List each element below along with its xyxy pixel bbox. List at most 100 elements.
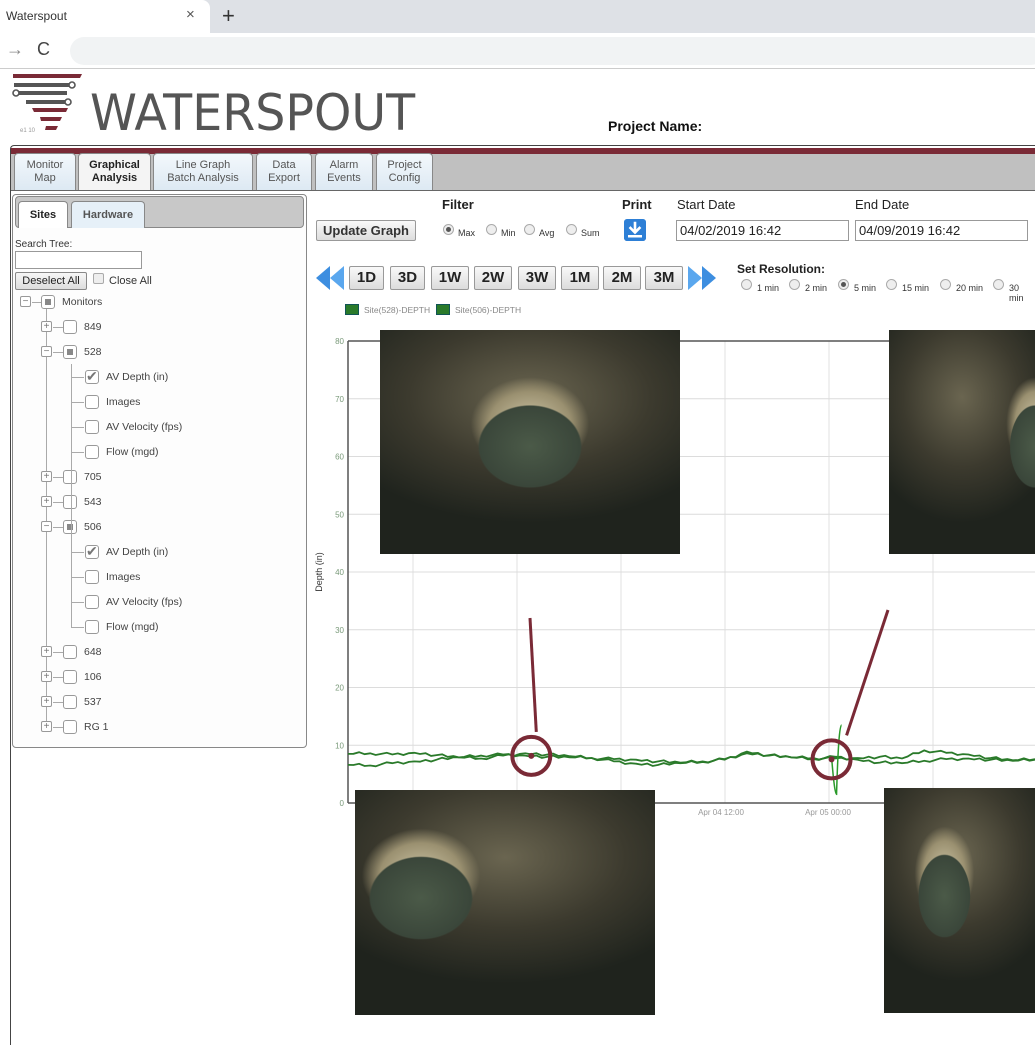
tree-checkbox[interactable] [85, 420, 99, 434]
pipe-photo-bottom-right [884, 788, 1035, 1013]
browser-tab[interactable]: Waterspout × [0, 0, 210, 33]
tab-monitor-map[interactable]: MonitorMap [14, 153, 76, 190]
expand-icon[interactable]: + [41, 646, 52, 657]
collapse-icon[interactable]: − [41, 346, 52, 357]
tree-guide-line [53, 502, 63, 503]
resolution-radio-2min[interactable] [789, 279, 800, 290]
resolution-radio-30min[interactable] [993, 279, 1004, 290]
tab-graphical-analysis[interactable]: GraphicalAnalysis [78, 153, 151, 190]
forward-arrow-icon[interactable] [686, 264, 718, 292]
tree-node-label: AV Depth (in) [106, 369, 168, 385]
y-tick-label: 80 [335, 337, 344, 346]
pipe-photo-top-left [380, 330, 680, 554]
browser-tabstrip: Waterspout × + [0, 0, 1035, 33]
expand-icon[interactable]: + [41, 671, 52, 682]
tab-alarm-events[interactable]: AlarmEvents [315, 153, 373, 190]
filter-radio-avg[interactable] [524, 224, 535, 235]
end-date-input[interactable] [855, 220, 1028, 241]
tree-checkbox[interactable] [85, 620, 99, 634]
tree-checkbox[interactable] [63, 495, 77, 509]
tree-guide-line [53, 677, 63, 678]
collapse-icon[interactable]: − [41, 521, 52, 532]
resolution-radio-20min[interactable] [940, 279, 951, 290]
rewind-arrow-icon[interactable] [314, 264, 346, 292]
tree-checkbox[interactable] [85, 545, 99, 559]
update-graph-button[interactable]: Update Graph [316, 220, 416, 241]
tab-label-line2: Events [316, 172, 372, 185]
tree-checkbox[interactable] [63, 695, 77, 709]
tree-checkbox[interactable] [63, 645, 77, 659]
tree-node-label: 648 [84, 644, 102, 660]
y-tick-label: 20 [335, 684, 344, 693]
collapse-icon[interactable]: − [20, 296, 31, 307]
range-button-3d[interactable]: 3D [390, 266, 425, 290]
tab-project-config[interactable]: ProjectConfig [376, 153, 433, 190]
range-button-3w[interactable]: 3W [518, 266, 556, 290]
tree-checkbox[interactable] [63, 720, 77, 734]
tree-node-label: AV Depth (in) [106, 544, 168, 560]
annotation-dot [829, 756, 835, 762]
tree-guide-line [71, 364, 72, 628]
filter-radio-min[interactable] [486, 224, 497, 235]
legend-swatch-506[interactable] [436, 304, 450, 315]
resolution-radio-15min[interactable] [886, 279, 897, 290]
tree-guide-line [46, 308, 47, 728]
tree-checkbox[interactable] [63, 520, 77, 534]
expand-icon[interactable]: + [41, 321, 52, 332]
expand-icon[interactable]: + [41, 696, 52, 707]
y-tick-label: 0 [340, 799, 345, 808]
search-tree-input[interactable] [15, 251, 142, 269]
deselect-all-button[interactable]: Deselect All [15, 272, 87, 290]
tree-node-label: Images [106, 394, 140, 410]
range-button-2w[interactable]: 2W [474, 266, 512, 290]
tree-checkbox[interactable] [85, 395, 99, 409]
tree-guide-line [71, 552, 84, 553]
tab-line-graph-batch-analysis[interactable]: Line GraphBatch Analysis [153, 153, 253, 190]
waterspout-logo-icon: e1 10 [10, 72, 85, 142]
range-button-1d[interactable]: 1D [349, 266, 384, 290]
tab-sites[interactable]: Sites [18, 201, 68, 228]
tab-hardware[interactable]: Hardware [71, 201, 145, 228]
tree-checkbox[interactable] [85, 370, 99, 384]
tree-guide-line [53, 652, 63, 653]
expand-icon[interactable]: + [41, 721, 52, 732]
address-bar[interactable] [70, 37, 1035, 65]
resolution-radio-1min[interactable] [741, 279, 752, 290]
tree-node-label: 506 [84, 519, 102, 535]
forward-icon[interactable]: → [6, 39, 24, 60]
filter-radio-sum[interactable] [566, 224, 577, 235]
tree-guide-line [71, 452, 84, 453]
filter-radio-max[interactable] [443, 224, 454, 235]
close-all-checkbox[interactable] [93, 273, 104, 284]
tree-checkbox[interactable] [63, 470, 77, 484]
tree-node-label: 705 [84, 469, 102, 485]
tree-guide-line [53, 527, 63, 528]
expand-icon[interactable]: + [41, 471, 52, 482]
legend-swatch-528[interactable] [345, 304, 359, 315]
start-date-input[interactable] [676, 220, 849, 241]
tree-node-label: 543 [84, 494, 102, 510]
tree-checkbox[interactable] [63, 320, 77, 334]
download-icon[interactable] [624, 219, 646, 241]
end-date-label: End Date [855, 197, 909, 212]
tree-checkbox[interactable] [85, 595, 99, 609]
reload-icon[interactable]: C [37, 39, 50, 60]
tree-checkbox[interactable] [63, 670, 77, 684]
range-button-1w[interactable]: 1W [431, 266, 469, 290]
resolution-radio-5min[interactable] [838, 279, 849, 290]
annotation-leader-line [530, 618, 536, 732]
expand-icon[interactable]: + [41, 496, 52, 507]
new-tab-icon[interactable]: + [222, 3, 235, 29]
tree-checkbox[interactable] [63, 345, 77, 359]
browser-toolbar: → C [0, 33, 1035, 69]
tab-label-line1: Graphical [79, 159, 150, 172]
range-button-3m[interactable]: 3M [645, 266, 683, 290]
tree-checkbox[interactable] [85, 570, 99, 584]
close-icon[interactable]: × [186, 6, 195, 23]
tab-data-export[interactable]: DataExport [256, 153, 312, 190]
range-button-2m[interactable]: 2M [603, 266, 641, 290]
tree-checkbox[interactable] [85, 445, 99, 459]
tree-checkbox[interactable] [41, 295, 55, 309]
filter-option-label: Avg [539, 228, 554, 238]
range-button-1m[interactable]: 1M [561, 266, 599, 290]
